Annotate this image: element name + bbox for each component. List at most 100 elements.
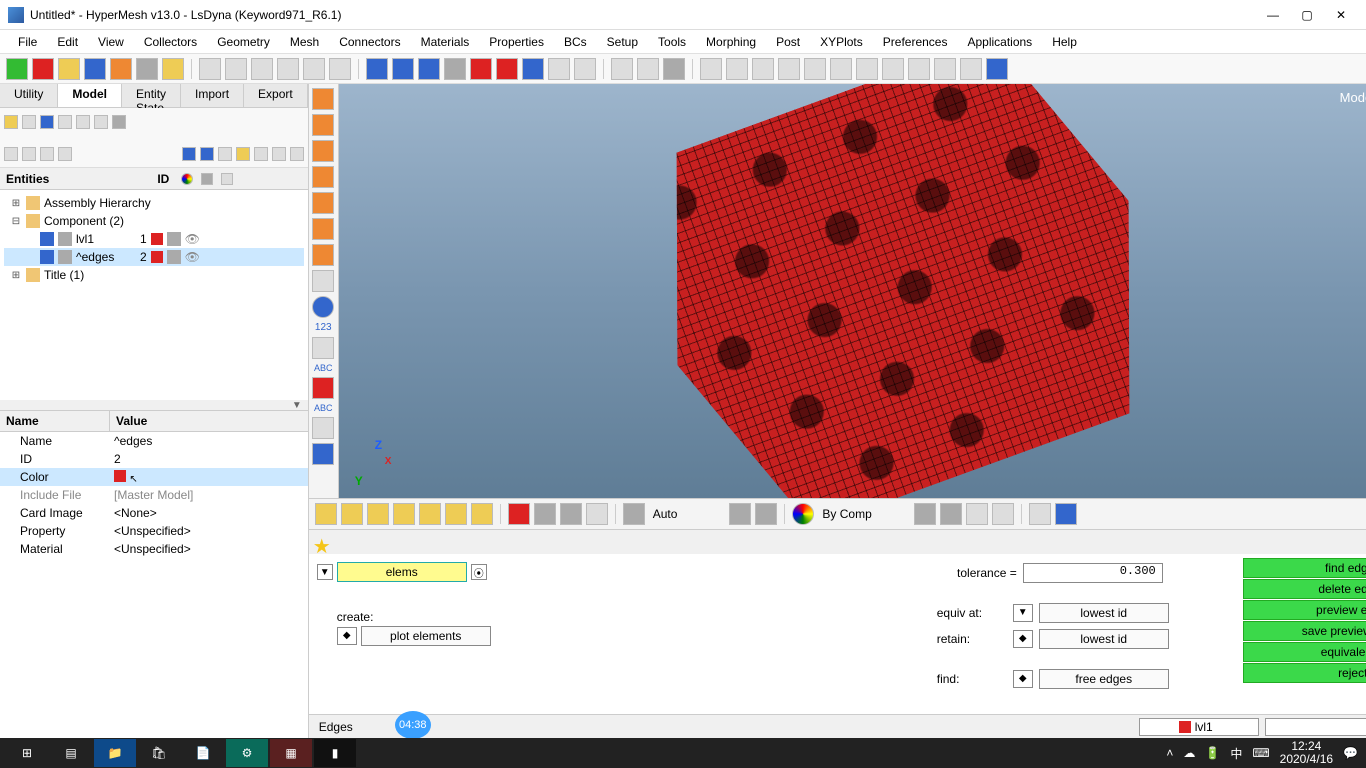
menu-help[interactable]: Help [1042,33,1087,51]
comp-icon[interactable] [112,115,126,129]
vsel6-icon[interactable] [312,218,334,240]
tool1-icon[interactable] [312,417,334,439]
menu-morphing[interactable]: Morphing [696,33,766,51]
equivalence-button[interactable]: equivalence [1243,642,1366,662]
clip-icon[interactable] [966,503,988,525]
axis-zz-icon[interactable] [934,58,956,80]
sigma-icon[interactable] [611,58,633,80]
abc-label-icon[interactable]: ABC [314,363,333,373]
equiv-value[interactable]: lowest id [1039,603,1169,623]
new-icon[interactable] [6,58,28,80]
palette-icon[interactable] [181,173,193,185]
monitor-icon[interactable] [986,58,1008,80]
axis-xx-icon[interactable] [830,58,852,80]
save-icon[interactable] [58,58,80,80]
menu-view[interactable]: View [88,33,134,51]
cube3-icon[interactable] [418,58,440,80]
find-dropdown[interactable]: ◆ [1013,670,1033,688]
info-icon[interactable] [312,296,334,318]
eye1-icon[interactable] [272,147,286,161]
3d-viewport[interactable]: Model Info: Untitled* Z X Y [339,84,1366,498]
menu-collectors[interactable]: Collectors [134,33,207,51]
zoom-in-icon[interactable] [199,58,221,80]
eye-col-icon[interactable] [221,173,233,185]
collapse-icon[interactable] [22,147,36,161]
color-swatch[interactable] [151,251,163,263]
prop-include[interactable]: Include File[Master Model] [0,486,308,504]
split-icon[interactable] [1029,503,1051,525]
mesh2-icon[interactable] [574,58,596,80]
disp2-icon[interactable] [200,147,214,161]
preview-equiv-button[interactable]: preview equiv [1243,600,1366,620]
menu-connectors[interactable]: Connectors [329,33,410,51]
find-value[interactable]: free edges [1039,669,1169,689]
arrow-down-icon[interactable] [312,377,334,399]
vb3-icon[interactable] [367,503,389,525]
prop-id[interactable]: ID2 [0,450,308,468]
axis-xy-icon[interactable] [856,58,878,80]
vb5-icon[interactable] [419,503,441,525]
tree-component[interactable]: ⊟ Component (2) [4,212,304,230]
target-icon[interactable] [700,58,722,80]
vb4-icon[interactable] [393,503,415,525]
save-preview-equiv-button[interactable]: save preview equiv [1243,621,1366,641]
tab-entity-state[interactable]: Entity State [122,84,181,107]
current-component[interactable]: lvl1 [1179,720,1327,734]
abc1-icon[interactable] [312,337,334,359]
disp-icon[interactable] [182,147,196,161]
export-icon[interactable] [110,58,132,80]
vsel2-icon[interactable] [312,114,334,136]
pan-icon[interactable] [277,58,299,80]
close-button[interactable]: ✕ [1334,8,1348,22]
windows-taskbar[interactable]: ⊞ ▤ 📁 🛍 📄 ⚙ ▦ ▮ ˄ ☁ 🔋 中 ⌨ 12:24 2020/4/1… [0,738,1366,768]
menu-file[interactable]: File [8,33,47,51]
sort-icon[interactable] [22,115,36,129]
abc2-label-icon[interactable]: ABC [314,403,333,413]
mesh-model[interactable] [609,84,1197,498]
cube2-icon[interactable] [392,58,414,80]
vsel4-icon[interactable] [312,166,334,188]
fit-icon[interactable] [251,58,273,80]
hide-icon[interactable] [58,147,72,161]
keyboard-icon[interactable]: ⌨ [1252,746,1269,760]
vb2-icon[interactable] [341,503,363,525]
word-icon[interactable]: 📄 [182,739,224,767]
eye2-icon[interactable] [290,147,304,161]
cube-a-icon[interactable] [534,503,556,525]
mat-icon[interactable] [94,115,108,129]
ime-icon[interactable]: 中 [1230,745,1242,762]
battery-icon[interactable]: 🔋 [1205,746,1220,760]
menu-preferences[interactable]: Preferences [873,33,958,51]
colormode-icon[interactable] [792,503,814,525]
selector-reset[interactable]: ⦿ [471,564,487,580]
shade2-icon[interactable] [755,503,777,525]
explorer-icon[interactable]: 📁 [94,739,136,767]
tab-model[interactable]: Model [58,84,122,107]
options-icon[interactable] [162,58,184,80]
menu-setup[interactable]: Setup [597,33,648,51]
cube4-icon[interactable] [444,58,466,80]
equiv-dropdown[interactable]: ▼ [1013,604,1033,622]
terminal-icon[interactable]: ▮ [314,739,356,767]
spark-icon[interactable] [586,503,608,525]
menu-edit[interactable]: Edit [47,33,88,51]
mesh-col-icon[interactable] [201,173,213,185]
shade-icon[interactable] [623,503,645,525]
axis-z-icon[interactable] [804,58,826,80]
cube1-icon[interactable] [366,58,388,80]
sigma2-icon[interactable] [637,58,659,80]
prop-name[interactable]: Name^edges [0,432,308,450]
create-dropdown[interactable]: ◆ [337,627,357,645]
tab-import[interactable]: Import [181,84,244,107]
bycomp-label[interactable]: By Comp [818,507,875,521]
folder-icon[interactable] [4,115,18,129]
tree-assembly[interactable]: ⊞ Assembly Hierarchy [4,194,304,212]
axis-y-icon[interactable] [778,58,800,80]
persp-icon[interactable] [914,503,936,525]
vsel7-icon[interactable] [312,244,334,266]
entity-tree[interactable]: ⊞ Assembly Hierarchy ⊟ Component (2) lvl… [0,190,308,400]
menu-materials[interactable]: Materials [411,33,480,51]
slice-icon[interactable] [470,58,492,80]
cube-icon[interactable] [40,115,54,129]
hypermesh-taskbar-icon[interactable]: ▦ [270,739,312,767]
